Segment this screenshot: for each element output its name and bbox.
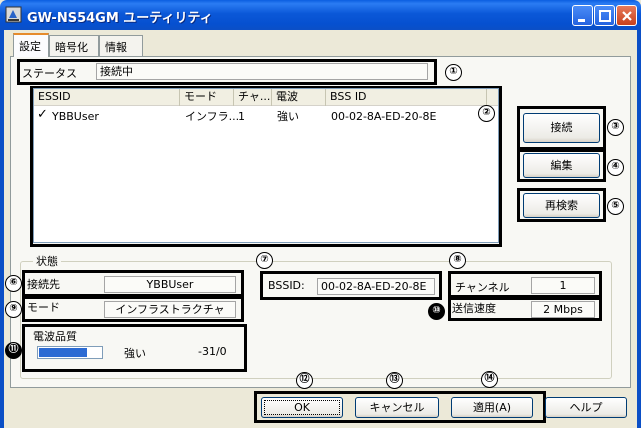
- marker-11: ⑪: [5, 342, 22, 359]
- minimize-button[interactable]: [572, 5, 593, 26]
- apply-button[interactable]: 適用(A): [451, 397, 533, 418]
- marker-9: ⑨: [5, 301, 22, 318]
- window-title: GW-NS54GM ユーティリティ: [27, 11, 213, 26]
- marker-1: ①: [445, 64, 462, 81]
- close-icon: [622, 11, 632, 21]
- column-mode[interactable]: モード: [180, 89, 234, 106]
- marker-12: ⑫: [296, 372, 313, 389]
- tab-settings[interactable]: 設定: [13, 33, 49, 57]
- selected-check-icon: ✓: [37, 107, 48, 122]
- window-frame-left: [0, 30, 4, 428]
- edit-button[interactable]: 編集: [523, 153, 600, 178]
- state-group-title: 状態: [33, 253, 61, 269]
- column-channel[interactable]: チャ...: [234, 89, 272, 106]
- marker-3: ③: [607, 119, 624, 136]
- channel-label: チャンネル: [455, 281, 510, 294]
- marker-14: ⑭: [481, 371, 498, 388]
- column-bssid[interactable]: BSS ID: [326, 89, 487, 106]
- signal-quality-fill: [39, 348, 87, 357]
- speed-label: 送信速度: [452, 302, 496, 315]
- window-frame-right: [637, 30, 641, 428]
- ok-button[interactable]: OK: [261, 397, 343, 418]
- channel-value: 1: [531, 277, 595, 294]
- rescan-button[interactable]: 再検索: [523, 193, 600, 218]
- destination-label: 接続先: [27, 278, 60, 291]
- cancel-button[interactable]: キャンセル: [355, 397, 439, 418]
- minimize-icon: [578, 19, 585, 22]
- signal-quality-bar: [37, 346, 103, 359]
- title-bar[interactable]: GW-NS54GM ユーティリティ: [0, 0, 641, 30]
- row-essid: YBBUser: [52, 110, 99, 123]
- status-label: ステータス: [22, 67, 77, 80]
- signal-value: -31/0: [198, 345, 227, 358]
- help-button[interactable]: ヘルプ: [545, 397, 627, 418]
- marker-2: ②: [478, 105, 495, 122]
- column-signal[interactable]: 電波: [272, 89, 326, 106]
- signal-level-text: 強い: [124, 347, 146, 360]
- marker-7: ⑦: [256, 252, 273, 269]
- column-essid[interactable]: ESSID: [34, 89, 180, 106]
- list-header: ESSID モード チャ... 電波 BSS ID: [34, 89, 498, 106]
- app-icon: [5, 6, 22, 23]
- bssid-value: 00-02-8A-ED-20-8E: [317, 278, 435, 295]
- marker-13: ⑬: [386, 372, 403, 389]
- close-button[interactable]: [616, 5, 637, 26]
- network-list[interactable]: ESSID モード チャ... 電波 BSS ID ✓ YBBUser インフラ…: [33, 88, 499, 243]
- marker-8: ⑧: [449, 252, 466, 269]
- marker-6: ⑥: [5, 275, 22, 292]
- bssid-label: BSSID:: [268, 279, 305, 292]
- row-signal: 強い: [277, 110, 299, 123]
- speed-value: 2 Mbps: [531, 301, 595, 318]
- signal-label: 電波品質: [33, 330, 77, 343]
- row-bssid: 00-02-8A-ED-20-8E: [331, 110, 437, 123]
- connect-button[interactable]: 接続: [523, 113, 600, 143]
- tab-encryption[interactable]: 暗号化: [49, 35, 99, 56]
- maximize-button[interactable]: [594, 5, 615, 26]
- tab-info[interactable]: 情報: [99, 35, 143, 56]
- mode-label: モード: [27, 301, 60, 314]
- maximize-icon: [599, 10, 611, 22]
- marker-4: ④: [607, 159, 624, 176]
- row-mode: インフラ...: [185, 110, 240, 123]
- marker-5: ⑤: [607, 198, 624, 215]
- status-value: 接続中: [96, 63, 428, 80]
- row-channel: 1: [238, 110, 245, 123]
- destination-value: YBBUser: [104, 276, 236, 293]
- marker-10: ⑩: [428, 303, 445, 320]
- mode-value: インフラストラクチャ: [104, 301, 236, 318]
